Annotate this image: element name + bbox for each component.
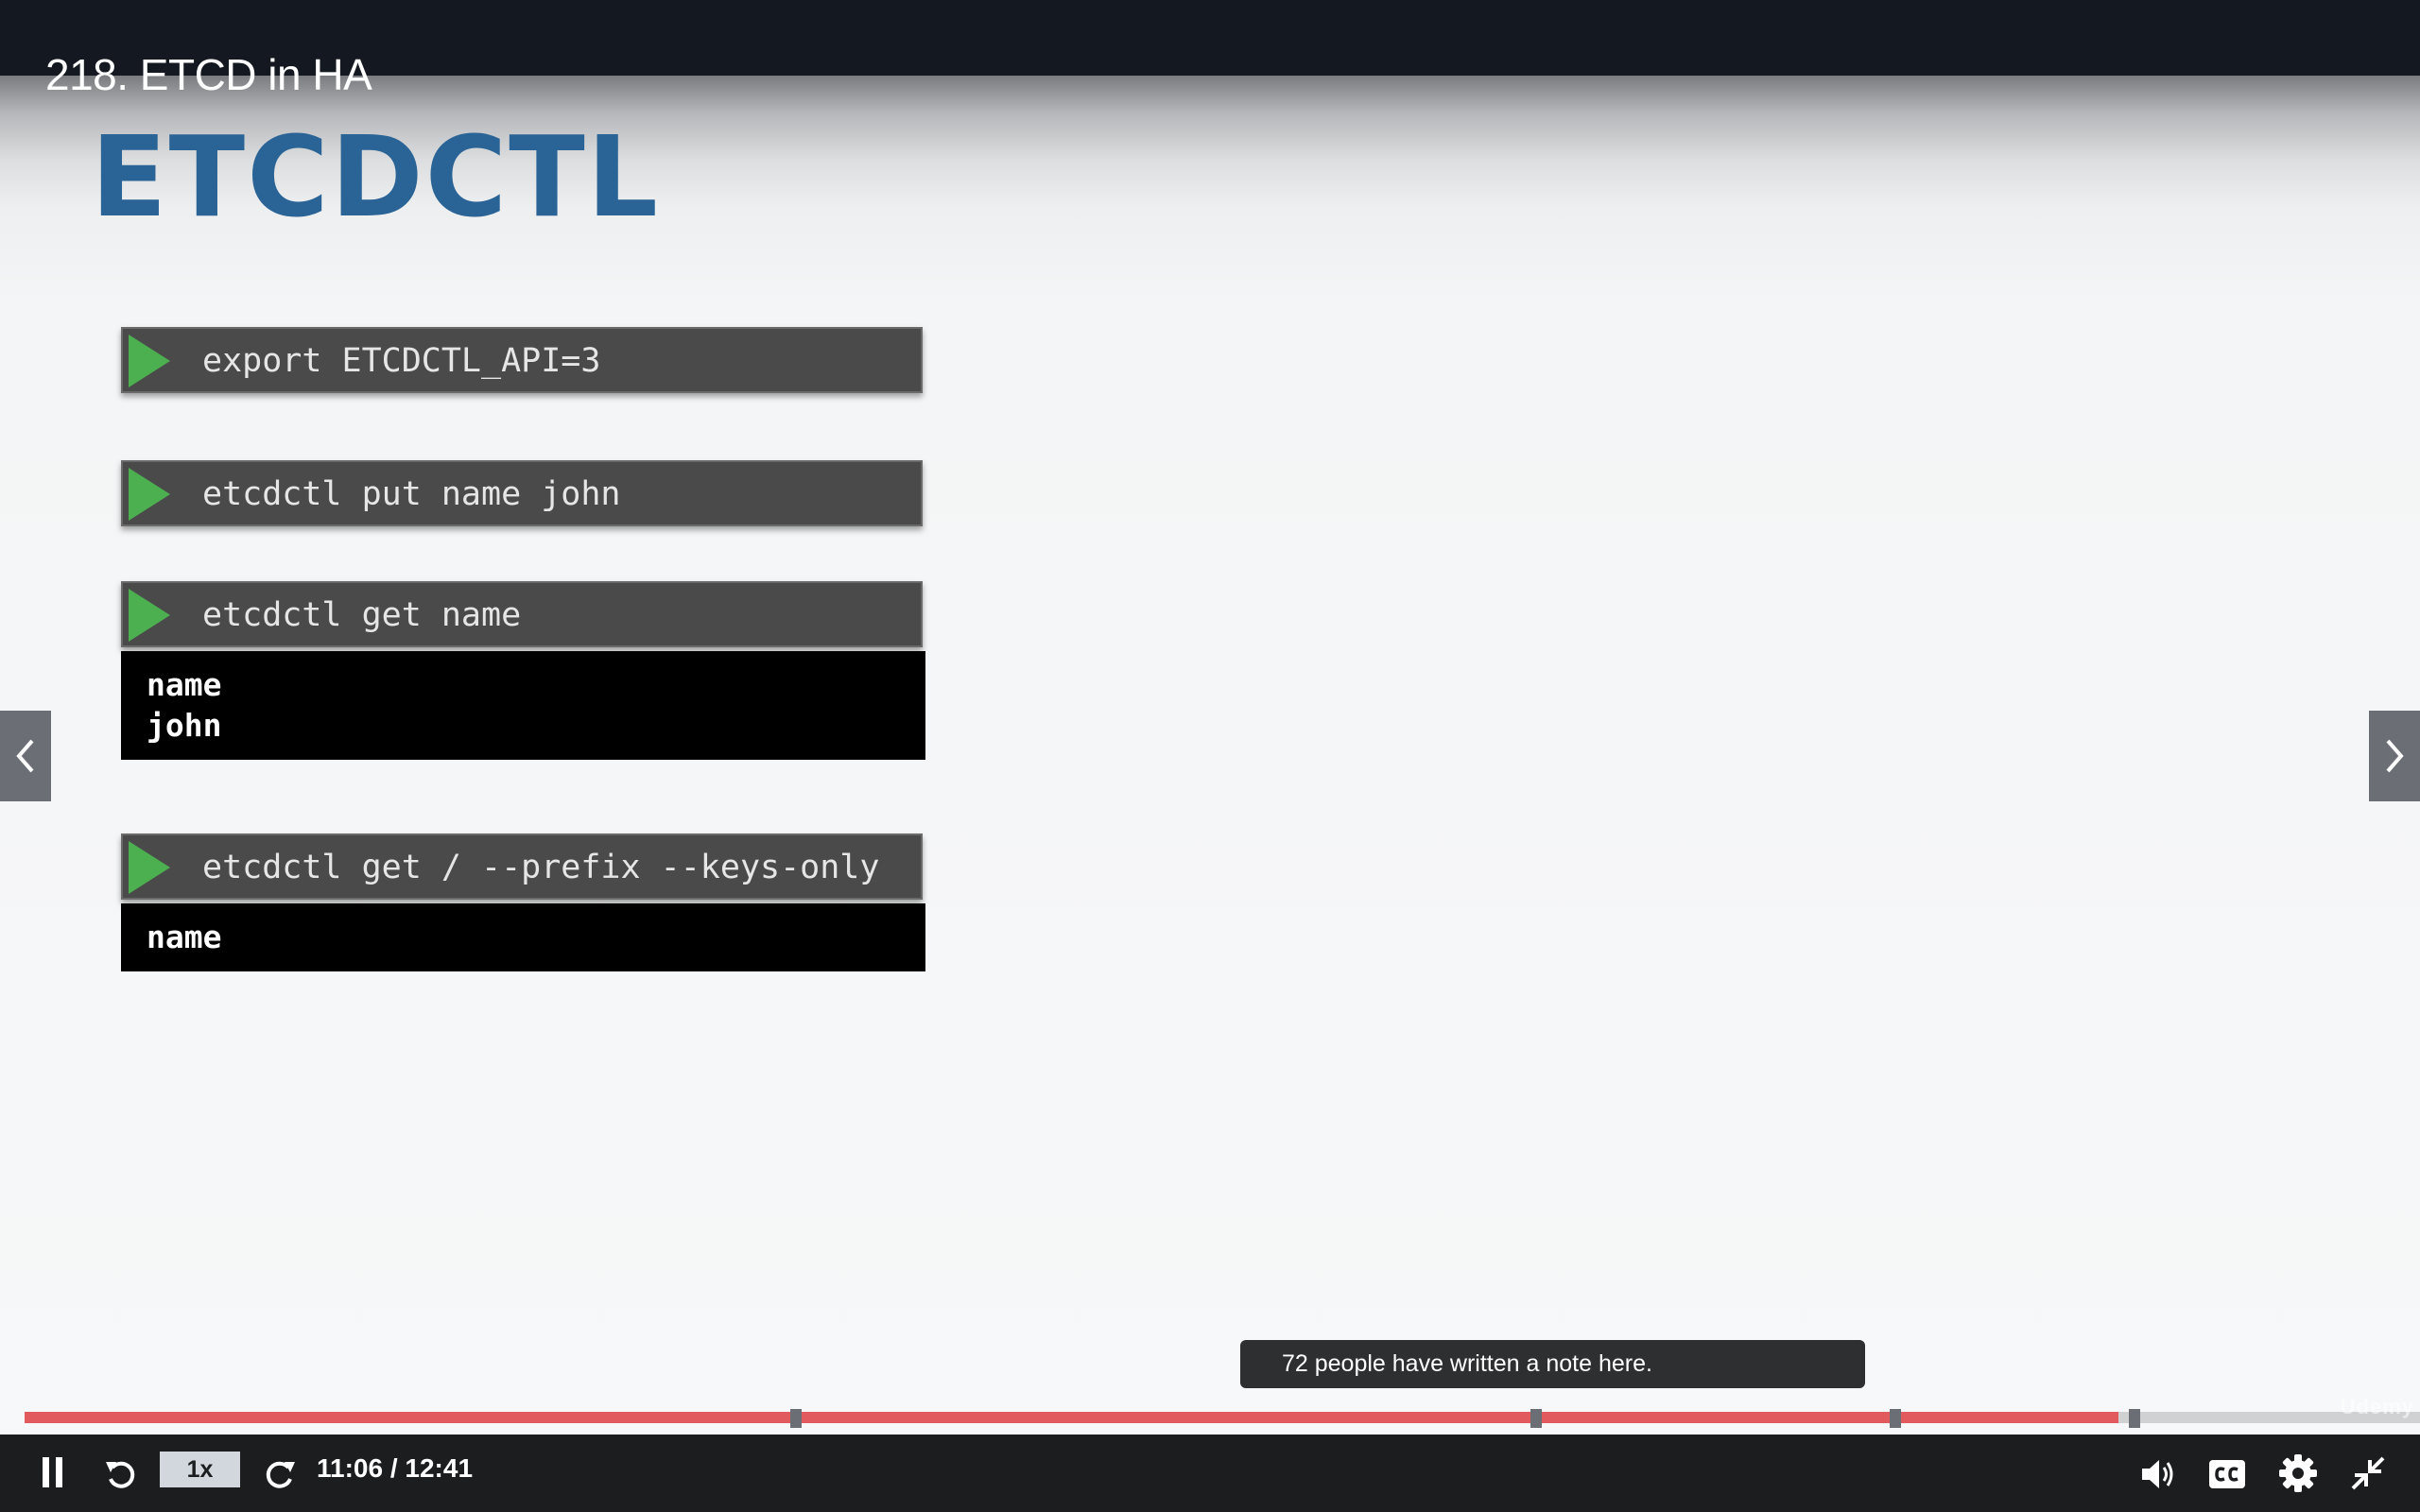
forward-button[interactable]: [259, 1453, 301, 1495]
slide-heading: ETCDCTL: [91, 112, 660, 242]
command-text: etcdctl put name john: [202, 475, 621, 513]
output-line: john: [147, 707, 222, 744]
play-triangle-icon: [129, 468, 170, 521]
settings-button[interactable]: [2276, 1452, 2320, 1495]
command-output: name john: [121, 651, 925, 760]
output-line: name: [147, 919, 222, 955]
captions-button[interactable]: [2206, 1453, 2248, 1495]
command-text: export ETCDCTL_API=3: [202, 342, 601, 380]
chevron-left-icon: [16, 739, 34, 773]
rewind-icon: [106, 1461, 135, 1488]
previous-lecture-button[interactable]: [0, 711, 51, 801]
command-bar: etcdctl get / --prefix --keys-only: [121, 833, 923, 900]
note-marker[interactable]: [1530, 1409, 1542, 1428]
command-bar: export ETCDCTL_API=3: [121, 327, 923, 393]
note-marker[interactable]: [1890, 1409, 1902, 1428]
time-display: 11:06 / 12:41: [317, 1453, 474, 1483]
rewind-button[interactable]: [100, 1453, 142, 1495]
pause-icon: [43, 1457, 62, 1487]
command-output: name: [121, 903, 925, 971]
note-marker[interactable]: [789, 1409, 802, 1428]
command-text: etcdctl get name: [202, 596, 522, 634]
command-bar: etcdctl get name: [121, 581, 923, 647]
play-triangle-icon: [129, 335, 170, 387]
chevron-right-icon: [2386, 739, 2404, 773]
progress-fill: [25, 1412, 2118, 1423]
play-triangle-icon: [129, 841, 170, 894]
exit-fullscreen-icon: [2351, 1456, 2385, 1490]
playback-speed-button[interactable]: 1x: [160, 1452, 240, 1487]
play-triangle-icon: [129, 589, 170, 642]
gear-icon: [2279, 1454, 2317, 1492]
command-text: etcdctl get / --prefix --keys-only: [202, 849, 880, 886]
udemy-watermark: Udemy: [2340, 1395, 2414, 1418]
output-line: name: [147, 666, 222, 703]
player-controls: 1x 11:06 / 12:41: [0, 1435, 2420, 1512]
volume-icon: [2142, 1460, 2173, 1488]
exit-fullscreen-button[interactable]: [2346, 1452, 2390, 1495]
lecture-title: 218. ETCD in HA: [45, 50, 372, 99]
speed-label: 1x: [186, 1455, 214, 1483]
volume-button[interactable]: [2138, 1453, 2180, 1495]
progress-bar[interactable]: [25, 1409, 2420, 1428]
next-lecture-button[interactable]: [2369, 711, 2420, 801]
cc-icon: [2209, 1460, 2245, 1488]
forward-icon: [266, 1461, 295, 1488]
command-bar: etcdctl put name john: [121, 460, 923, 526]
pause-button[interactable]: [34, 1453, 72, 1491]
note-marker[interactable]: [2129, 1409, 2141, 1428]
notes-tooltip: 72 people have written a note here.: [1240, 1340, 1865, 1388]
